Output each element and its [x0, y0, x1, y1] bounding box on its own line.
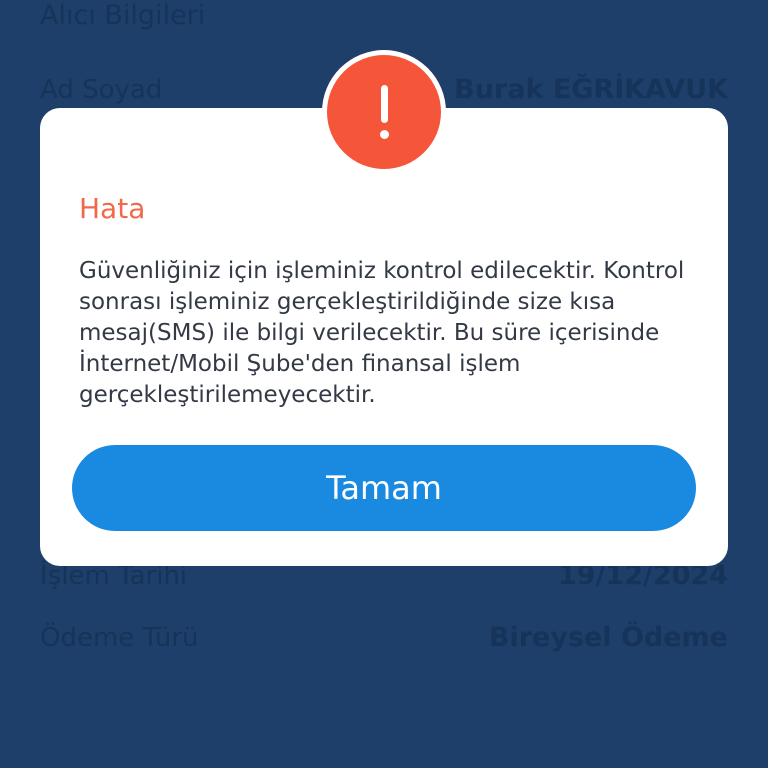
- info-row-payment-type: Ödeme Türü Bireysel Ödeme: [40, 622, 728, 653]
- alert-badge: [322, 50, 446, 174]
- screen: Alıcı Bilgileri Ad Soyad Burak EĞRİKAVUK…: [0, 0, 768, 768]
- exclamation-icon: [327, 55, 441, 169]
- section-title: Alıcı Bilgileri: [40, 0, 206, 31]
- exclamation-dot: [380, 130, 389, 139]
- info-value: Bireysel Ödeme: [488, 622, 728, 653]
- ok-button[interactable]: Tamam: [72, 445, 696, 531]
- dialog-title: Hata: [79, 192, 146, 225]
- dialog-message: Güvenliğiniz için işleminiz kontrol edil…: [79, 258, 685, 408]
- info-value: Burak EĞRİKAVUK: [454, 74, 728, 105]
- info-label: Ad Soyad: [40, 75, 163, 105]
- error-dialog: Hata Güvenliğiniz için işleminiz kontrol…: [40, 108, 728, 566]
- info-label: Ödeme Türü: [40, 623, 199, 653]
- exclamation-bar: [381, 85, 388, 123]
